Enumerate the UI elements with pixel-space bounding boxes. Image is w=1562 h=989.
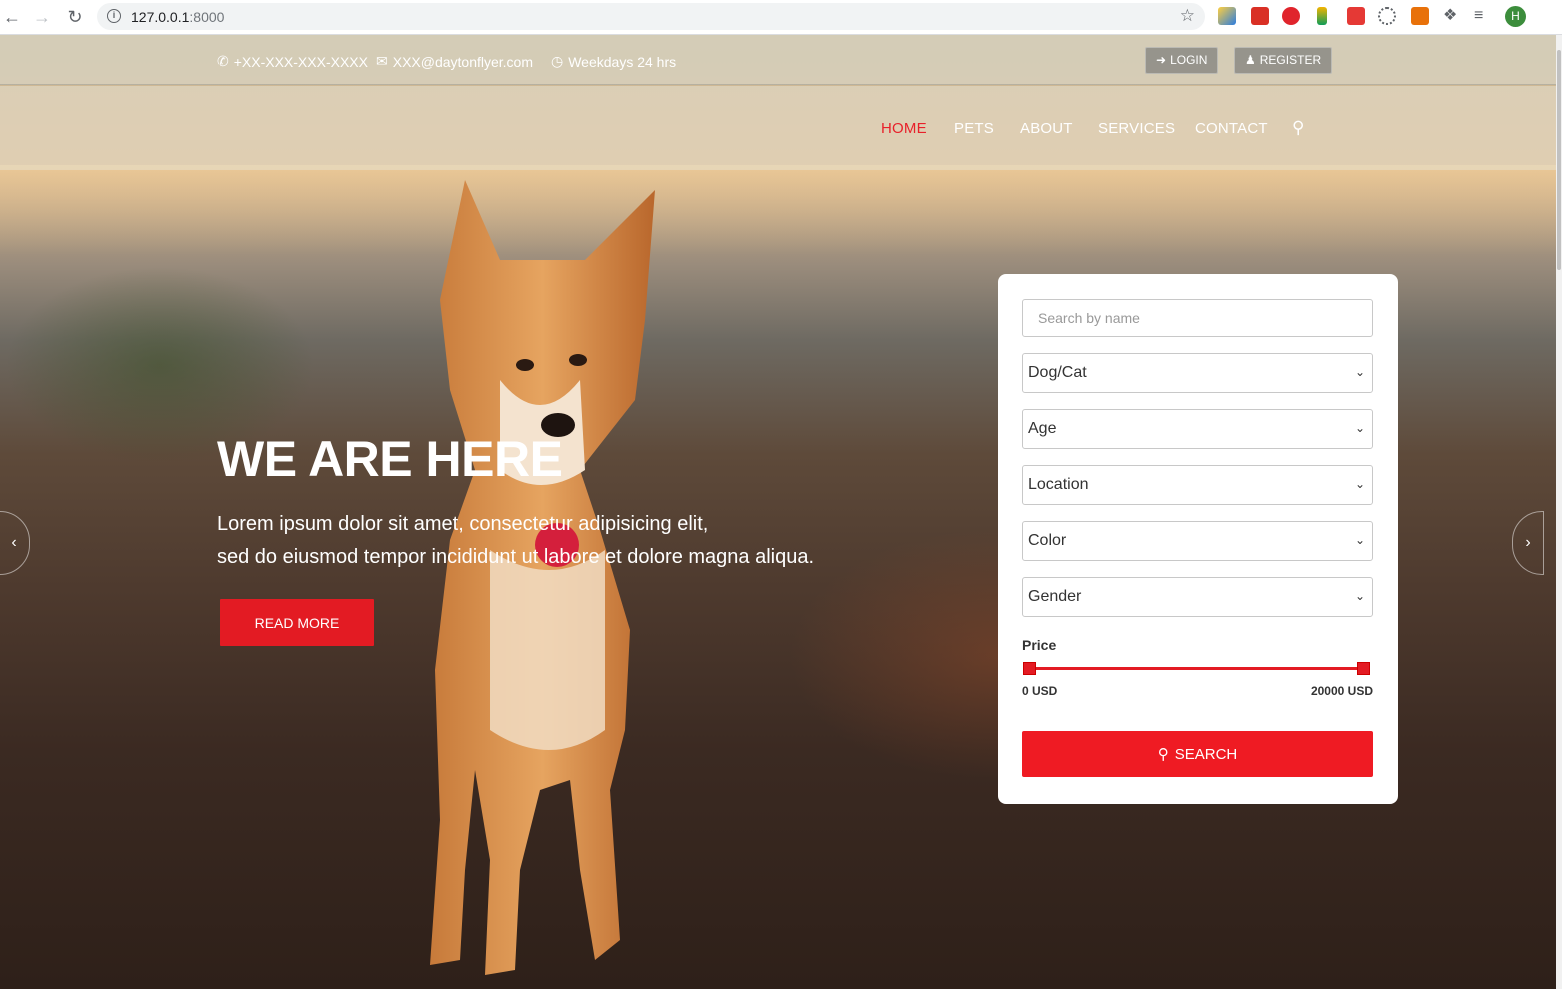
- price-label: Price: [1022, 637, 1057, 653]
- species-select-value: Dog/Cat: [1028, 364, 1087, 381]
- nav-pets[interactable]: PETS: [954, 120, 994, 137]
- profile-avatar[interactable]: H: [1505, 6, 1526, 27]
- bookmark-extension-icon[interactable]: [1317, 7, 1327, 25]
- nav-contact[interactable]: CONTACT: [1195, 120, 1268, 137]
- location-select-value: Location: [1028, 476, 1089, 493]
- puzzle-icon[interactable]: ❖: [1443, 7, 1461, 25]
- hero-title: WE ARE HERE: [217, 431, 563, 487]
- chevron-left-icon: ‹: [11, 534, 17, 551]
- search-by-name-input[interactable]: Search by name: [1022, 299, 1373, 337]
- chevron-down-icon: ⌄: [1354, 365, 1365, 379]
- price-max-label: 20000 USD: [1310, 684, 1373, 698]
- phone-text: +XX-XXX-XXX-XXXX: [233, 53, 368, 70]
- nav-about[interactable]: ABOUT: [1020, 120, 1073, 137]
- chevron-right-icon: ›: [1525, 534, 1531, 551]
- read-more-button[interactable]: READ MORE: [220, 599, 374, 646]
- address-bar[interactable]: i 127.0.0.1:8000 ☆: [97, 3, 1205, 30]
- species-select[interactable]: Dog/Cat ⌄: [1022, 353, 1373, 393]
- hero-line-1: Lorem ipsum dolor sit amet, consectetur …: [217, 513, 709, 535]
- opera-extension-icon[interactable]: [1282, 7, 1300, 25]
- email-text: XXX@daytonflyer.com: [392, 53, 534, 70]
- age-select-value: Age: [1028, 420, 1057, 437]
- price-slider-track[interactable]: [1026, 667, 1367, 670]
- sign-in-icon: ➜: [1156, 53, 1167, 67]
- user-icon: ♟: [1245, 53, 1256, 67]
- main-navbar: [0, 86, 1556, 170]
- location-select[interactable]: Location ⌄: [1022, 465, 1373, 505]
- gender-select[interactable]: Gender ⌄: [1022, 577, 1373, 617]
- color-select[interactable]: Color ⌄: [1022, 521, 1373, 561]
- envelope-icon: ✉: [376, 53, 388, 69]
- login-button[interactable]: ➜ LOGIN: [1145, 47, 1219, 74]
- sparkle-extension-icon[interactable]: [1378, 7, 1396, 25]
- price-max-handle[interactable]: [1357, 662, 1370, 675]
- nav-home[interactable]: HOME: [881, 120, 927, 137]
- chevron-down-icon: ⌄: [1354, 421, 1365, 435]
- chevron-down-icon: ⌄: [1354, 477, 1365, 491]
- reload-icon[interactable]: ↻: [63, 5, 87, 29]
- hero-line-2: sed do eiusmod tempor incididunt ut labo…: [217, 546, 815, 568]
- pet-search-panel: Search by name Dog/Cat ⌄ Age ⌄ Location …: [998, 274, 1398, 804]
- age-select[interactable]: Age ⌄: [1022, 409, 1373, 449]
- sky-glow: [0, 165, 1556, 255]
- nav-services[interactable]: SERVICES: [1098, 120, 1175, 137]
- browser-toolbar: ← → ↻ i 127.0.0.1:8000 ☆ ❖ ≡ H: [0, 0, 1562, 35]
- register-button[interactable]: ♟ REGISTER: [1234, 47, 1333, 74]
- scrollbar-thumb[interactable]: [1557, 50, 1561, 270]
- search-icon[interactable]: ⚲: [1292, 118, 1305, 138]
- pdf-extension-icon[interactable]: [1347, 7, 1365, 25]
- hero-section: ✆ +XX-XXX-XXX-XXXX ✉ XXX@daytonflyer.com…: [0, 35, 1556, 989]
- gender-select-value: Gender: [1028, 588, 1082, 605]
- mail-extension-icon[interactable]: [1251, 7, 1269, 25]
- register-label: REGISTER: [1259, 53, 1322, 67]
- hours-text: Weekdays 24 hrs: [568, 53, 677, 70]
- back-icon[interactable]: ←: [0, 5, 24, 29]
- url-text: 127.0.0.1:8000: [131, 9, 225, 25]
- bookmark-star-icon[interactable]: ☆: [1180, 6, 1195, 26]
- hero-description: Lorem ipsum dolor sit amet, consectetur …: [217, 508, 837, 574]
- price-min-handle[interactable]: [1023, 662, 1036, 675]
- chevron-down-icon: ⌄: [1354, 589, 1365, 603]
- deal-extension-icon[interactable]: [1411, 7, 1429, 25]
- magnifier-icon: ⚲: [1157, 746, 1169, 763]
- dog-image: [430, 180, 655, 975]
- email-info: ✉ XXX@daytonflyer.com: [376, 53, 533, 70]
- phone-icon: ✆: [217, 53, 229, 69]
- login-label: LOGIN: [1170, 53, 1208, 67]
- extension-icon[interactable]: [1218, 7, 1236, 25]
- chevron-down-icon: ⌄: [1354, 533, 1365, 547]
- phone-info: ✆ +XX-XXX-XXX-XXXX: [217, 53, 368, 70]
- reading-list-icon[interactable]: ≡: [1474, 7, 1492, 25]
- forward-icon[interactable]: →: [30, 5, 54, 29]
- search-button[interactable]: ⚲ SEARCH: [1022, 731, 1373, 777]
- search-button-label: SEARCH: [1174, 745, 1238, 763]
- info-icon[interactable]: i: [107, 9, 121, 23]
- hours-info: ◷ Weekdays 24 hrs: [551, 53, 676, 70]
- color-select-value: Color: [1028, 532, 1067, 549]
- clock-icon: ◷: [551, 53, 564, 69]
- price-min-label: 0 USD: [1022, 684, 1058, 698]
